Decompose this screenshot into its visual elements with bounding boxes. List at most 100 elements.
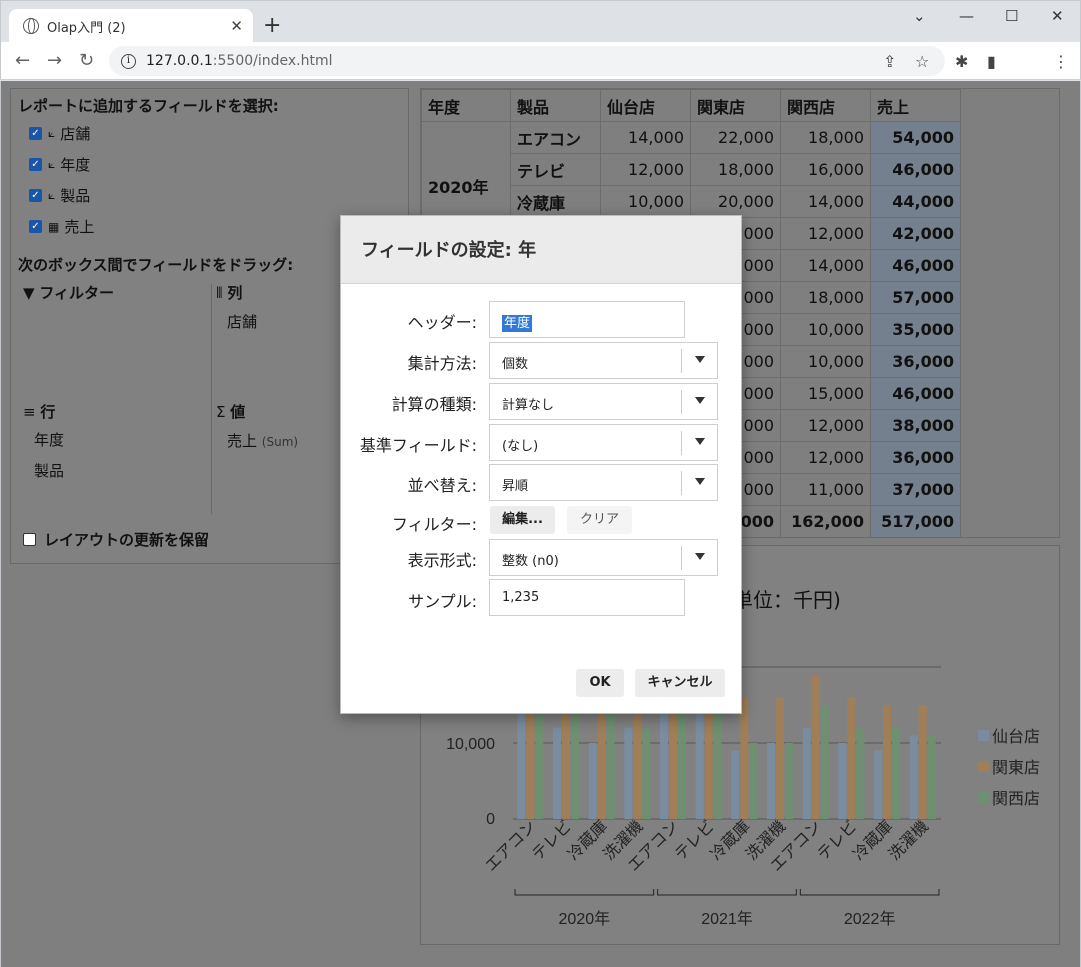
header-product[interactable]: 製品 — [510, 89, 601, 122]
agg-label: (Sum) — [261, 435, 299, 449]
x-category-label: 冷蔵庫 — [564, 817, 611, 864]
sort-label: 並べ替え: — [407, 476, 477, 495]
ok-button[interactable]: OK — [576, 669, 624, 697]
maximize-icon[interactable]: ☐ — [1005, 7, 1018, 25]
bar — [553, 727, 561, 819]
back-icon[interactable]: ← — [15, 50, 30, 71]
field-product[interactable]: ✓ ⟀ 製品 — [29, 185, 90, 206]
reload-icon[interactable]: ↻ — [79, 50, 94, 71]
dimension-icon: ⟀ — [48, 157, 56, 171]
url-field[interactable]: i 127.0.0.1:5500/index.html — [109, 46, 945, 76]
info-icon[interactable]: i — [121, 53, 136, 69]
bar — [642, 727, 651, 819]
column-item-store[interactable]: 店舗 — [227, 311, 257, 332]
bar — [740, 697, 749, 819]
side-panel-icon[interactable]: ▮ — [987, 52, 996, 71]
rows-icon: ≡ — [23, 403, 36, 421]
header-sales[interactable]: 売上 — [870, 89, 961, 122]
sort-select[interactable]: 昇順 — [489, 464, 718, 501]
base-field-label: 基準フィールド: — [359, 436, 477, 455]
window-close-icon[interactable]: ✕ — [1051, 7, 1064, 25]
field-store[interactable]: ✓ ⟀ 店舗 — [29, 123, 90, 144]
year-group-label: 2021年 — [701, 910, 753, 928]
value-item-sales[interactable]: 売上 (Sum) — [227, 430, 298, 451]
zone-divider — [211, 284, 212, 514]
calc-select[interactable]: 計算なし — [489, 383, 718, 420]
cell-kansai: 10,000 — [780, 345, 871, 378]
cell-total: 46,000 — [870, 377, 961, 410]
close-tab-icon[interactable]: ✕ — [230, 17, 243, 35]
base-field-select[interactable]: (なし) — [489, 424, 718, 461]
row-item-year[interactable]: 年度 — [34, 429, 64, 450]
bar — [749, 743, 758, 819]
chevron-down-icon — [695, 478, 705, 485]
measure-icon: ▦ — [48, 219, 60, 234]
field-year[interactable]: ✓ ⟀ 年度 — [29, 154, 90, 175]
checkbox-icon[interactable]: ✓ — [29, 127, 42, 140]
bar — [678, 712, 686, 819]
bar — [802, 727, 811, 819]
agg-select[interactable]: 個数 — [489, 342, 718, 379]
forward-icon[interactable]: → — [47, 50, 62, 71]
x-category-label: テレビ — [529, 817, 576, 864]
menu-icon[interactable]: ⋮ — [1053, 52, 1069, 71]
field-settings-dialog: フィールドの設定: 年 ヘッダー: 年度 集計方法: 個数 計算の種類: 計算な… — [340, 215, 742, 714]
cell-total: 35,000 — [870, 313, 961, 346]
values-zone[interactable]: Σ 値 — [216, 401, 245, 422]
chevron-down-icon — [695, 438, 705, 445]
header-sendai[interactable]: 仙台店 — [600, 89, 691, 122]
rows-zone[interactable]: ≡ 行 — [23, 401, 55, 422]
cell-sendai: 10,000 — [600, 185, 691, 218]
cancel-button[interactable]: キャンセル — [635, 669, 725, 697]
header-year[interactable]: 年度 — [421, 89, 511, 122]
cell-kansai: 12,000 — [780, 441, 871, 474]
defer-update-checkbox[interactable]: レイアウトの更新を保留 — [23, 529, 209, 550]
x-category-label: テレビ — [671, 817, 718, 864]
checkbox-icon[interactable] — [23, 533, 36, 546]
sigma-icon: Σ — [216, 403, 226, 421]
field-sales[interactable]: ✓ ▦ 売上 — [29, 216, 94, 237]
checkbox-icon[interactable]: ✓ — [29, 220, 42, 233]
checkbox-icon[interactable]: ✓ — [29, 158, 42, 171]
cell-kansai: 14,000 — [780, 185, 871, 218]
bar — [776, 697, 784, 819]
minimize-icon[interactable]: — — [959, 7, 974, 25]
share-icon[interactable]: ⇪ — [883, 52, 896, 71]
bar — [927, 735, 936, 819]
cell-total: 37,000 — [870, 473, 961, 506]
header-input[interactable]: 年度 — [489, 301, 685, 338]
x-category-label: 冷蔵庫 — [707, 817, 754, 864]
filter-clear-button[interactable]: クリア — [567, 506, 632, 534]
tab-search-icon[interactable]: ⌄ — [913, 7, 926, 25]
year-group-label: 2022年 — [844, 910, 896, 928]
row-product: 冷蔵庫 — [510, 185, 601, 218]
row-product: エアコン — [510, 121, 601, 154]
format-select[interactable]: 整数 (n0) — [489, 539, 718, 576]
filter-edit-button[interactable]: 編集... — [490, 506, 555, 534]
browser-tab[interactable]: Olap入門 (2) ✕ — [9, 9, 253, 43]
filter-label: フィルター: — [391, 515, 477, 534]
header-kansai[interactable]: 関西店 — [780, 89, 871, 122]
legend-label: 仙台店 — [992, 728, 1040, 746]
columns-zone[interactable]: ⦀ 列 — [216, 282, 242, 303]
chevron-down-icon — [695, 397, 705, 404]
new-tab-icon[interactable]: + — [263, 13, 281, 39]
x-category-label: 洗濯機 — [885, 817, 932, 864]
select-fields-header: レポートに追加するフィールドを選択: — [18, 97, 279, 115]
bookmark-star-icon[interactable]: ☆ — [915, 52, 929, 71]
extensions-icon[interactable]: ✱ — [955, 52, 968, 71]
checkbox-icon[interactable]: ✓ — [29, 189, 42, 202]
cell-kansai: 12,000 — [780, 409, 871, 442]
cell-total: 517,000 — [870, 505, 961, 537]
cell-total: 57,000 — [870, 281, 961, 314]
bar — [767, 743, 775, 819]
bar — [892, 727, 900, 819]
row-item-product[interactable]: 製品 — [34, 460, 64, 481]
year-group-label: 2020年 — [559, 910, 611, 928]
cell-total: 38,000 — [870, 409, 961, 442]
columns-icon: ⦀ — [216, 284, 223, 302]
header-kanto[interactable]: 関東店 — [690, 89, 781, 122]
bar — [838, 743, 847, 819]
year-bracket — [657, 889, 797, 896]
filter-zone[interactable]: ▼ フィルター — [23, 282, 114, 303]
